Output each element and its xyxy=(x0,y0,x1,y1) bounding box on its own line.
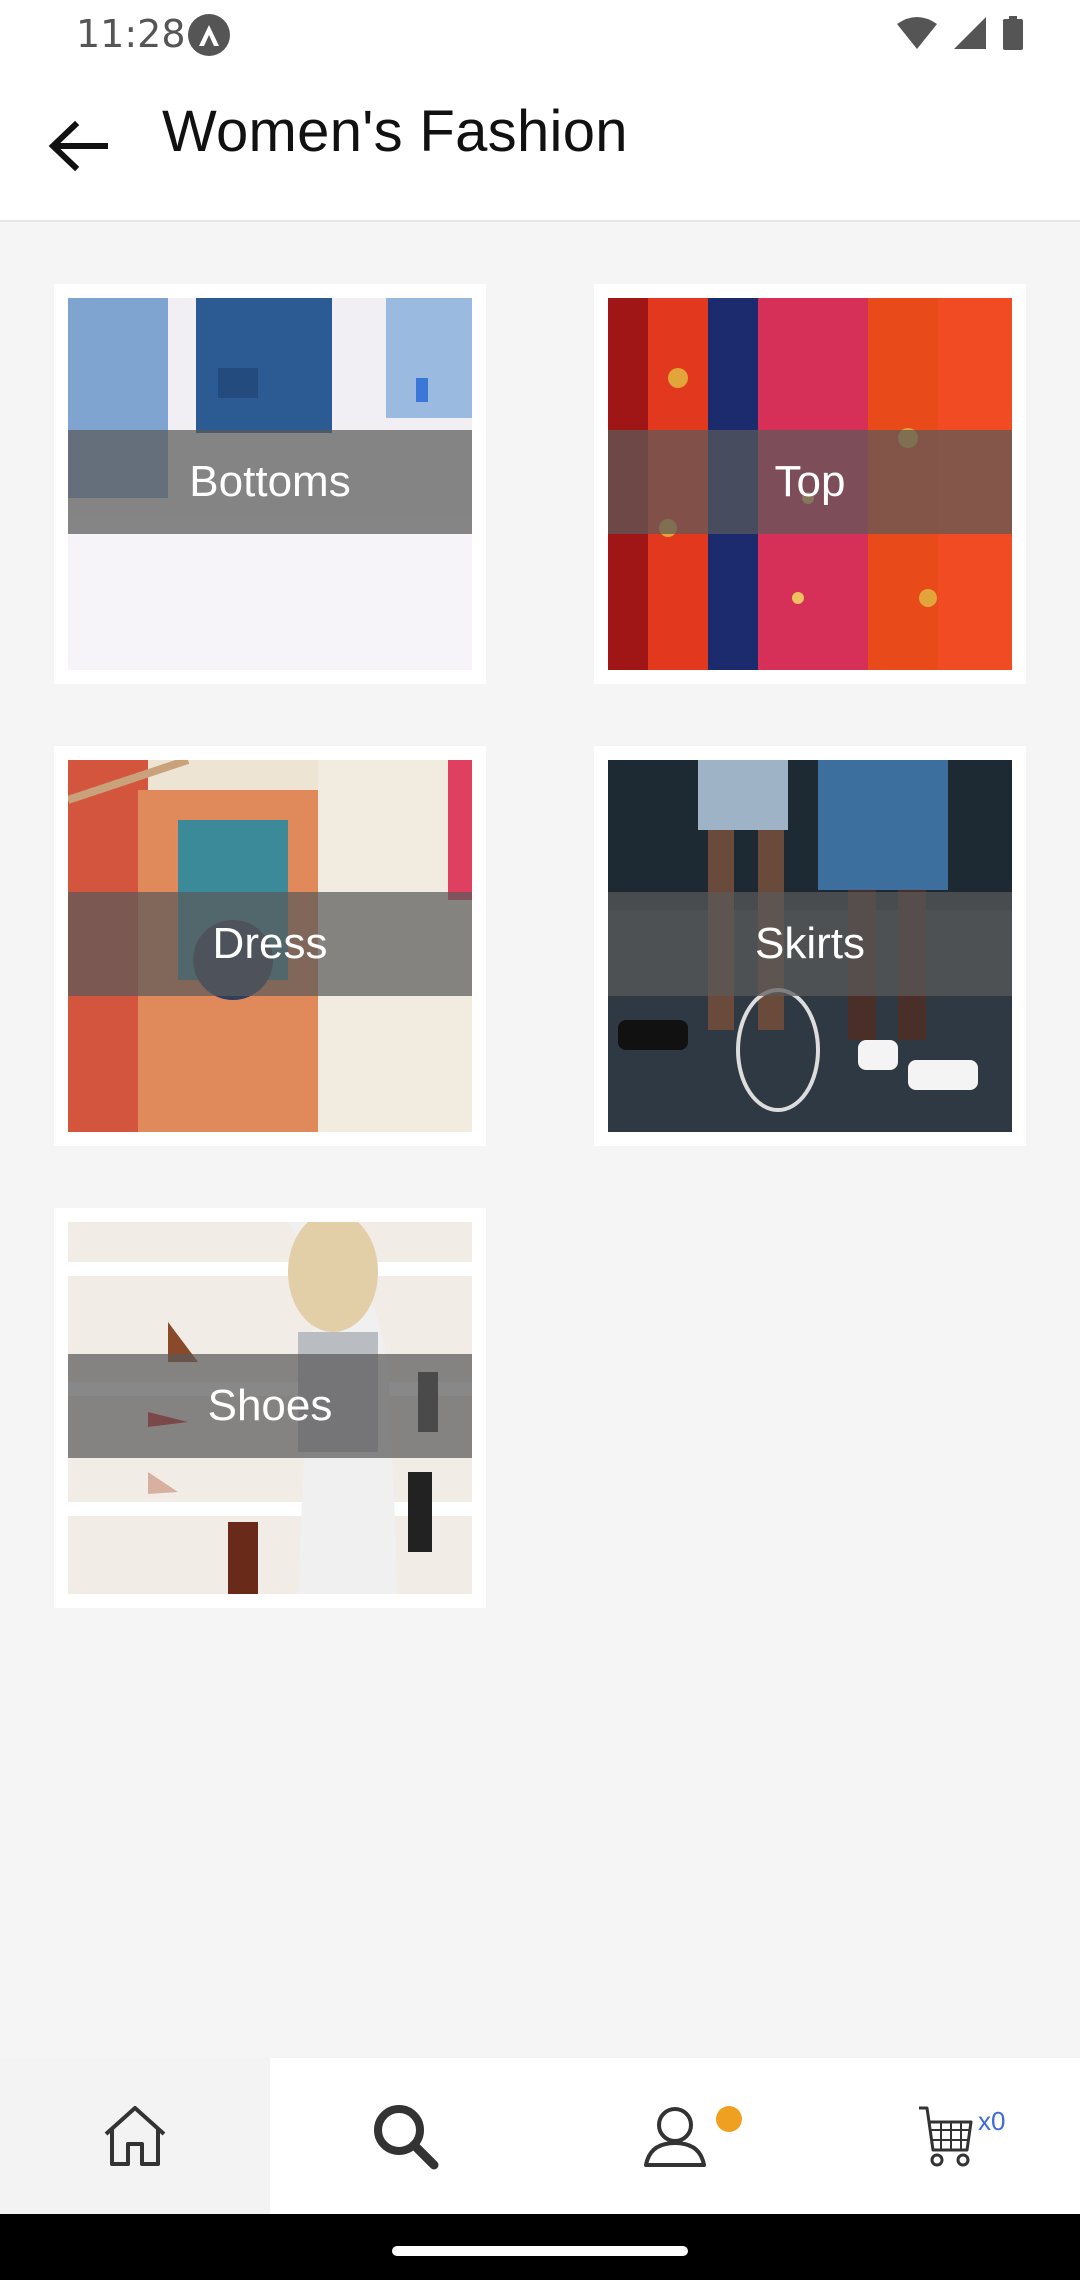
category-card-dress[interactable]: Dress xyxy=(54,746,486,1146)
patterned-dress-rack-photo: Dress xyxy=(68,760,472,1132)
arrow-left-icon xyxy=(48,120,108,172)
nav-home[interactable] xyxy=(0,2058,270,2214)
shoe-shelf-photo: Shoes xyxy=(68,1222,472,1594)
bottom-navigation xyxy=(0,2058,1080,2214)
profile-notification-dot xyxy=(716,2106,742,2132)
category-label: Bottoms xyxy=(68,430,472,534)
category-label: Skirts xyxy=(608,892,1012,996)
category-label: Top xyxy=(608,430,1012,534)
status-icons xyxy=(896,16,1024,50)
status-bar: 11:28 xyxy=(0,0,1080,70)
jeans-photo: Bottoms xyxy=(68,298,472,670)
cart-icon xyxy=(919,2106,973,2167)
category-card-shoes[interactable]: Shoes xyxy=(54,1208,486,1608)
category-label: Dress xyxy=(68,892,472,996)
category-label: Shoes xyxy=(68,1354,472,1458)
app-notification-icon xyxy=(188,14,230,56)
page-title: Women's Fashion xyxy=(162,99,628,164)
nav-cart[interactable] xyxy=(810,2058,1080,2214)
search-icon xyxy=(374,2105,439,2170)
home-icon xyxy=(104,2106,166,2166)
category-card-top[interactable]: Top xyxy=(594,284,1026,684)
cellular-signal-icon xyxy=(954,17,986,49)
nav-search[interactable] xyxy=(270,2058,540,2214)
home-gesture-handle[interactable] xyxy=(392,2246,688,2256)
back-button[interactable] xyxy=(38,106,118,186)
red-blouses-photo: Top xyxy=(608,298,1012,670)
nav-profile[interactable] xyxy=(540,2058,810,2214)
denim-skirts-tennis-photo: Skirts xyxy=(608,760,1012,1132)
category-card-skirts[interactable]: Skirts xyxy=(594,746,1026,1146)
battery-icon xyxy=(1003,16,1023,50)
app-bar: Women's Fashion xyxy=(0,70,1080,222)
profile-icon xyxy=(644,2107,706,2167)
status-time: 11:28 xyxy=(76,12,186,56)
category-card-bottoms[interactable]: Bottoms xyxy=(54,284,486,684)
cart-count: x0 xyxy=(978,2106,1006,2136)
wifi-icon xyxy=(897,17,937,49)
